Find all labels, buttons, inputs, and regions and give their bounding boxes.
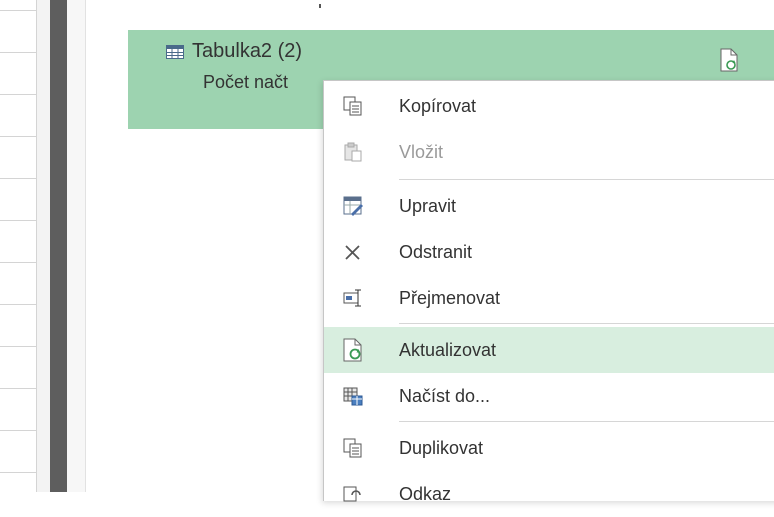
reference-icon	[340, 481, 366, 507]
query-name: Tabulka2 (2)	[192, 40, 303, 62]
pane-border	[67, 0, 86, 492]
grid-line	[0, 10, 36, 11]
menu-item-reference[interactable]: Odkaz	[324, 471, 774, 517]
pane-marker	[319, 4, 321, 8]
menu-separator	[399, 323, 774, 324]
menu-item-paste[interactable]: Vložit	[324, 129, 774, 175]
duplicate-icon	[340, 435, 366, 461]
grid-line	[0, 388, 36, 389]
refresh-icon	[340, 337, 366, 363]
context-menu: Kopírovat Vložit Upravit Odstranit Přejm…	[323, 80, 774, 504]
menu-item-label: Vložit	[399, 141, 444, 162]
pane-splitter[interactable]	[50, 0, 67, 492]
grid-line	[0, 346, 36, 347]
menu-item-label: Přejmenovat	[399, 287, 501, 308]
grid-line	[0, 136, 36, 137]
menu-item-label: Upravit	[399, 195, 457, 216]
table-icon	[166, 44, 184, 59]
query-title-row: Tabulka2 (2)	[166, 40, 302, 63]
grid-line	[0, 472, 36, 473]
grid-line	[0, 262, 36, 263]
delete-icon	[340, 239, 366, 265]
menu-item-label: Odstranit	[399, 241, 473, 262]
menu-item-refresh[interactable]: Aktualizovat	[324, 327, 774, 373]
menu-item-copy[interactable]: Kopírovat	[324, 83, 774, 129]
grid-line	[0, 430, 36, 431]
load-to-icon	[340, 383, 366, 409]
menu-item-label: Duplikovat	[399, 437, 484, 458]
grid-line	[0, 220, 36, 221]
refresh-status-icon[interactable]	[719, 48, 739, 72]
menu-item-delete[interactable]: Odstranit	[324, 229, 774, 275]
menu-item-label: Odkaz	[399, 483, 452, 504]
menu-item-rename[interactable]: Přejmenovat	[324, 275, 774, 321]
grid-line	[0, 94, 36, 95]
grid-line	[0, 178, 36, 179]
menu-item-label: Kopírovat	[399, 95, 477, 116]
menu-item-label: Načíst do...	[399, 385, 491, 406]
worksheet-grid-edge	[0, 0, 37, 492]
grid-line	[0, 304, 36, 305]
paste-icon	[340, 139, 366, 165]
menu-item-duplicate[interactable]: Duplikovat	[324, 425, 774, 471]
copy-icon	[340, 93, 366, 119]
rename-icon	[340, 285, 366, 311]
menu-item-load-to[interactable]: Načíst do...	[324, 373, 774, 419]
window-gap	[37, 0, 50, 492]
menu-separator	[399, 421, 774, 422]
query-row-count: Počet načt	[203, 72, 289, 92]
menu-separator	[399, 179, 774, 180]
edit-icon	[340, 193, 366, 219]
grid-line	[0, 52, 36, 53]
menu-item-label: Aktualizovat	[399, 339, 497, 360]
menu-item-edit[interactable]: Upravit	[324, 183, 774, 229]
